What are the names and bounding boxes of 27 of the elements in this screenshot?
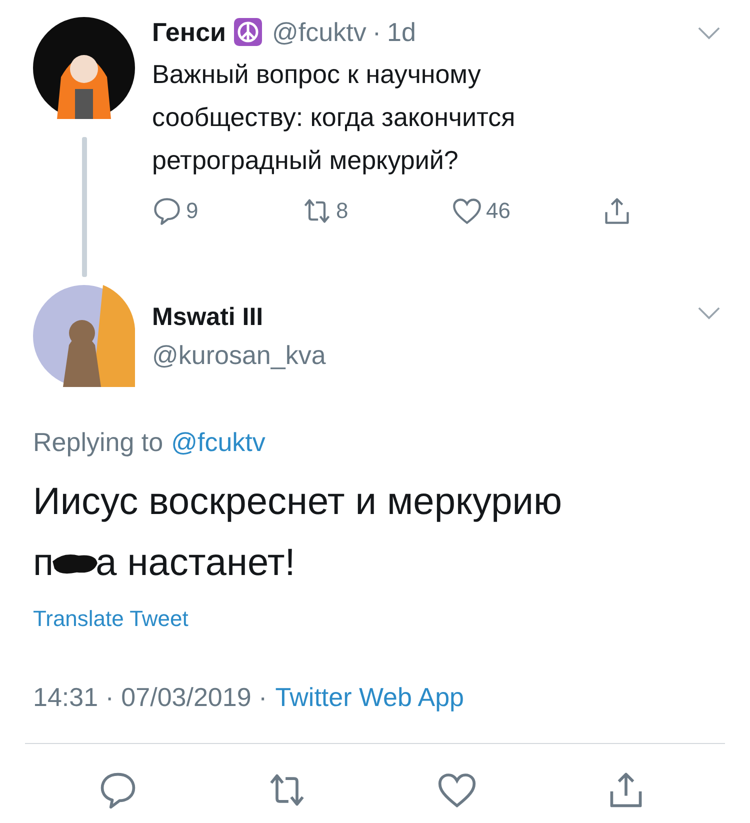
user-handle: @kurosan_kva (152, 340, 326, 371)
chevron-down-icon[interactable] (698, 307, 720, 320)
action-count: 9 (186, 198, 198, 224)
tweet-text: Иисус воскреснет и меркурию (33, 480, 563, 525)
timestamp: 14:31 · 07/03/2019 · (33, 682, 268, 713)
separator-dot: · (372, 16, 382, 48)
reply-icon[interactable] (98, 770, 138, 810)
peace-symbol-icon (234, 18, 262, 46)
avatar[interactable] (33, 17, 135, 119)
action-count: 46 (486, 198, 510, 224)
translate-link[interactable]: Translate Tweet (33, 606, 188, 632)
tweet-text: п (33, 541, 54, 586)
source-link[interactable]: Twitter Web App (275, 682, 464, 713)
share-icon[interactable] (602, 196, 632, 226)
heart-icon[interactable] (452, 196, 482, 226)
display-name: Mswati III (152, 303, 264, 332)
action-count: 8 (336, 198, 348, 224)
tweet-time: 1d (387, 16, 416, 48)
tweet-text: Важный вопрос к научному сообществу: когда закончится ретроградный меркурий? (152, 58, 516, 177)
replying-label: Replying to (33, 427, 164, 458)
reply-icon[interactable] (152, 196, 182, 226)
tweet-text: а настанет! (96, 541, 296, 586)
chevron-down-icon[interactable] (698, 27, 720, 40)
retweet-icon[interactable] (302, 196, 332, 226)
mention-link[interactable]: @fcuktv (171, 427, 266, 458)
display-name: Генси (152, 16, 226, 48)
user-handle: @fcuktv (272, 16, 366, 48)
